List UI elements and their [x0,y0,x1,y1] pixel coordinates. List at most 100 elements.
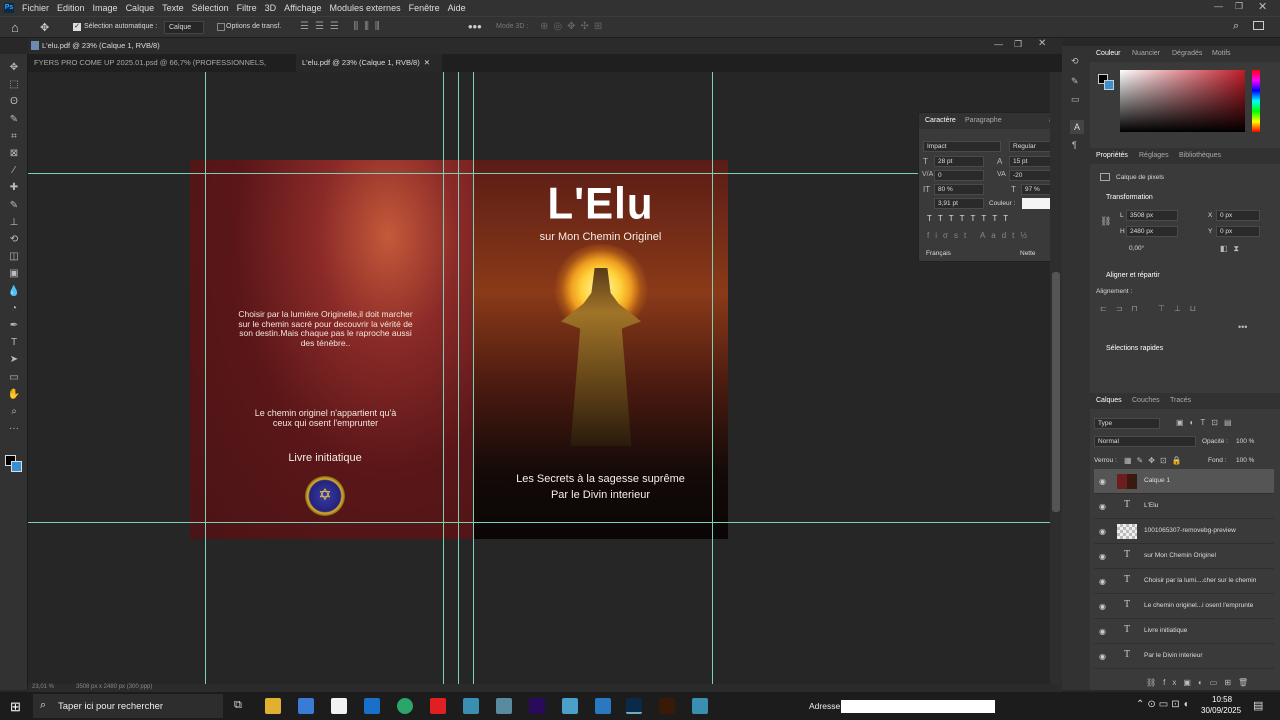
link-icon[interactable]: ⛓ [1100,216,1111,227]
lasso-tool-icon[interactable]: ʘ [7,96,21,108]
layer-row-calque1[interactable]: ◉ Calque 1 [1094,469,1274,494]
background-color-swatch[interactable] [1104,80,1114,90]
file-explorer-icon[interactable] [265,698,281,714]
guide-vertical[interactable] [712,72,713,690]
tab-reglages[interactable]: Réglages [1139,148,1169,164]
tab-degrades[interactable]: Dégradés [1172,46,1202,62]
clock-time[interactable]: 10:58 [1212,695,1232,704]
rectangle-tool-icon[interactable]: ▭ [7,372,21,384]
checkbox-auto-select[interactable]: ✓ [73,23,81,31]
hue-slider[interactable] [1252,70,1260,132]
y-field[interactable]: 0 px [1216,226,1260,237]
tab-close-icon[interactable]: ✕ [424,58,430,67]
visibility-eye-icon[interactable]: ◉ [1099,652,1108,661]
layer-filter-icons[interactable]: ▣◐T⊡▤ [1176,418,1238,427]
character-panel-icon[interactable]: A [1070,120,1084,134]
vertical-scrollbar[interactable] [1050,72,1062,690]
app-icon[interactable] [496,698,512,714]
font-size-field[interactable]: 28 pt [934,156,984,167]
auto-select-dropdown[interactable]: Calque [164,21,204,34]
checkbox-transform[interactable] [217,23,225,31]
layer-filter-select[interactable]: Type [1094,418,1160,429]
vscale-field[interactable]: 80 % [934,184,984,195]
tab-calques[interactable]: Calques [1096,393,1122,409]
width-field[interactable]: 3508 px [1126,210,1178,221]
comments-icon[interactable]: ▭ [1071,94,1080,105]
history-icon[interactable]: ⟲ [1071,56,1079,67]
tab-lelu[interactable]: L'elu.pdf @ 23% (Calque 1, RVB/8) ✕ [296,54,442,72]
store-icon[interactable] [298,698,314,714]
download-app-icon[interactable] [463,698,479,714]
dodge-tool-icon[interactable]: ◔ [7,303,21,315]
pen-tool-icon[interactable]: ✒ [7,320,21,332]
layer-row-livre[interactable]: ◉ T Livre initiatique [1094,619,1274,644]
tab-couches[interactable]: Couches [1132,393,1160,409]
outlook-icon[interactable] [364,698,380,714]
blend-mode-select[interactable]: Normal [1094,436,1196,447]
tab-nuancier[interactable]: Nuancier [1132,46,1160,62]
more-icon[interactable]: ••• [1238,322,1247,332]
guide-vertical[interactable] [458,72,459,690]
font-family-select[interactable]: Impact [923,141,1001,152]
tracking-field[interactable]: -20 [1009,170,1050,181]
menu-texte[interactable]: Texte [158,0,188,16]
menu-fenetre[interactable]: Fenêtre [405,0,444,16]
menu-modules[interactable]: Modules externes [326,0,405,16]
layer-row-chemin[interactable]: ◉ T Le chemin originel...i osent l'empru… [1094,594,1274,619]
menu-image[interactable]: Image [89,0,122,16]
workspace-icon[interactable] [1253,21,1264,30]
close-app-button[interactable]: ✕ [1258,0,1267,13]
menu-aide[interactable]: Aide [444,0,470,16]
move-tool-icon[interactable]: ✥ [7,62,21,74]
quick-select-tool-icon[interactable]: ✎ [7,114,21,126]
guide-vertical[interactable] [443,72,444,690]
app-icon[interactable] [562,698,578,714]
guide-vertical[interactable] [473,72,474,690]
notification-icon[interactable]: ▤ [1253,699,1263,712]
clock-date[interactable]: 30/09/2025 [1201,706,1241,715]
visibility-eye-icon[interactable]: ◉ [1099,527,1108,536]
gradient-tool-icon[interactable]: ▣ [7,268,21,280]
lock-icons[interactable]: ▦✎✥⊡🔒 [1124,456,1187,465]
move-tool-icon[interactable]: ✥ [40,21,49,34]
visibility-eye-icon[interactable]: ◉ [1099,577,1108,586]
eraser-tool-icon[interactable]: ◫ [7,251,21,263]
canvas-area[interactable]: Choisir par la lumière Originelle,il doi… [28,72,1050,690]
text-color-swatch[interactable] [1022,198,1050,209]
guide-horizontal[interactable] [28,173,1050,174]
frame-tool-icon[interactable]: ⊠ [7,148,21,160]
visibility-eye-icon[interactable]: ◉ [1099,502,1108,511]
tab-caractere[interactable]: Caractère [925,113,956,129]
align-section-label[interactable]: Aligner et répartir [1106,272,1160,279]
windows-start-icon[interactable]: ⊞ [10,699,21,715]
task-view-icon[interactable]: ⧉ [234,699,242,712]
visibility-eye-icon[interactable]: ◉ [1099,627,1108,636]
fill-value[interactable]: 100 % [1236,457,1254,464]
marquee-tool-icon[interactable]: ⬚ [7,79,21,91]
paragraph-panel-icon[interactable]: ¶ [1072,140,1077,150]
brush-tool-icon[interactable]: ✎ [7,200,21,212]
menu-3d[interactable]: 3D [261,0,281,16]
menu-filtre[interactable]: Filtre [233,0,261,16]
tab-motifs[interactable]: Motifs [1212,46,1231,62]
layer-actions-icons[interactable]: ⛓fx▣◐▭⊞🗑 [1146,678,1255,687]
more-tool-icon[interactable]: ··· [7,423,21,435]
scroll-thumb[interactable] [1052,272,1060,512]
opacity-value[interactable]: 100 % [1236,438,1254,445]
photoshop-taskbar-icon[interactable] [626,698,642,714]
align-buttons[interactable]: ⊏⊐⊓ ⊤⊥⊔ [1100,304,1205,313]
layer-row-lelu[interactable]: ◉ T L'Elu [1094,494,1274,519]
color-picker-field[interactable] [1120,70,1245,132]
x-field[interactable]: 0 px [1216,210,1260,221]
capcut-icon[interactable] [331,698,347,714]
tab-proprietes[interactable]: Propriétés [1096,148,1128,164]
eyedropper-tool-icon[interactable]: ⁄ [7,165,21,177]
tab-fyers[interactable]: FYERS PRO COME UP 2025.01.psd @ 66,7% (P… [28,54,296,85]
visibility-eye-icon[interactable]: ◉ [1099,552,1108,561]
kerning-field[interactable]: 0 [934,170,984,181]
flip-icons[interactable]: ◧⧗ [1220,244,1245,254]
layer-row-image[interactable]: ◉ 1001065307-removebg-preview [1094,519,1274,544]
crop-tool-icon[interactable]: ⌗ [7,131,21,143]
menu-edition[interactable]: Edition [53,0,89,16]
layer-row-subtitle[interactable]: ◉ T sur Mon Chemin Originel [1094,544,1274,569]
